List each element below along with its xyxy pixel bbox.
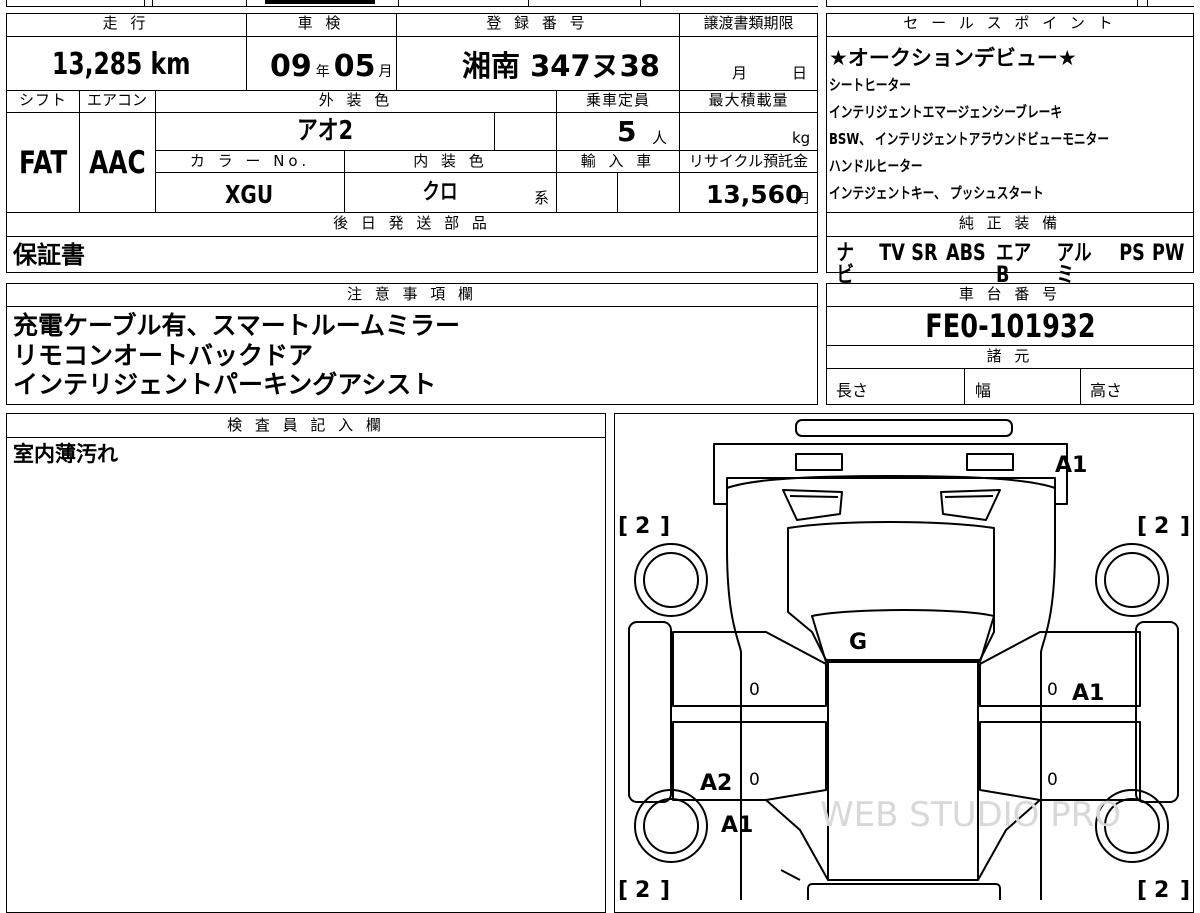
front-bumper-outline <box>713 443 1068 505</box>
svg-text:]: ] <box>660 878 670 900</box>
door-zero-mark: 0 <box>1047 770 1058 790</box>
roof-outline <box>827 659 979 881</box>
rear-quarter-left <box>765 799 829 881</box>
right-side-skirt <box>1135 621 1179 803</box>
right-front-door <box>979 631 1141 707</box>
damage-mark-hood: G <box>849 630 867 655</box>
tire-bracket-left-front: [ <box>618 514 628 539</box>
tire-front-left <box>634 543 708 617</box>
left-side-skirt <box>628 621 672 803</box>
car-damage-diagram: [ 2 ] [ 2 ] [ 2 ] [ 2 ] 0 0 0 0 A1 G A1 … <box>618 419 1190 900</box>
watermark: WEB STUDIO PRO <box>820 795 1121 835</box>
damage-mark-left-rear-fender: A1 <box>721 813 753 838</box>
tire-front-right <box>1095 543 1169 617</box>
svg-text:]: ] <box>1180 514 1190 539</box>
grille-right <box>940 489 1001 521</box>
right-rear-door <box>979 721 1141 801</box>
damage-mark-front-bumper: A1 <box>1055 453 1087 478</box>
tire-bracket-right-front: [ <box>1137 514 1147 539</box>
tire-mark: 2 <box>1154 878 1169 900</box>
svg-text:]: ] <box>660 514 670 539</box>
headlight-right <box>966 453 1014 471</box>
body-outline <box>726 475 1056 900</box>
tire-mark: 2 <box>1154 514 1169 539</box>
tire-mark: 2 <box>635 514 650 539</box>
grille-left <box>782 489 843 521</box>
rear-bumper-outline <box>807 883 1001 900</box>
top-bumper-outline <box>795 419 1013 437</box>
damage-mark-left-rear-door: A2 <box>700 771 732 796</box>
damage-mark-right-front-door: A1 <box>1072 681 1104 706</box>
svg-text:[: [ <box>1137 878 1147 900</box>
tire-mark: 2 <box>635 878 650 900</box>
svg-text:[: [ <box>618 878 628 900</box>
headlight-left <box>795 453 843 471</box>
svg-text:]: ] <box>1180 878 1190 900</box>
door-zero-mark: 0 <box>749 680 760 700</box>
tire-rear-left <box>634 789 708 863</box>
door-zero-mark: 0 <box>1047 680 1058 700</box>
door-zero-mark: 0 <box>749 770 760 790</box>
windshield-outline <box>811 609 995 663</box>
